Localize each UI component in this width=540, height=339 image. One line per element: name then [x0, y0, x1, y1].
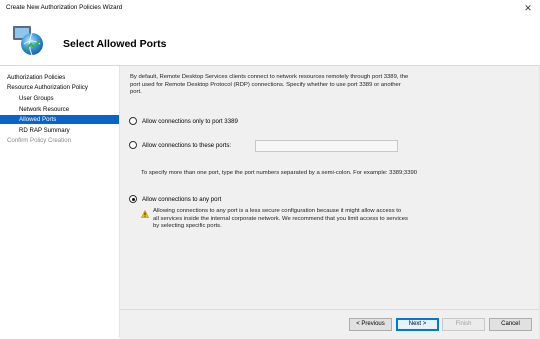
- warning-icon: [141, 210, 149, 218]
- wizard-steps-nav: Authorization Policies Resource Authoriz…: [0, 66, 120, 338]
- wizard-content: By default, Remote Desktop Services clie…: [120, 66, 540, 309]
- nav-item-allowed-ports[interactable]: Allowed Ports: [0, 115, 119, 124]
- radio-any-port[interactable]: [129, 195, 137, 203]
- ports-input[interactable]: [255, 140, 398, 152]
- wizard-footer: < Previous Next > Finish Cancel: [120, 309, 540, 339]
- network-globe-icon: [13, 26, 43, 56]
- warning-text: Allowing connections to any port is a le…: [153, 208, 408, 229]
- nav-item-network-resource[interactable]: Network Resource: [0, 105, 119, 114]
- option-port-3389-label: Allow connections only to port 3389: [142, 117, 238, 125]
- nav-item-resource-authorization-policy[interactable]: Resource Authorization Policy: [0, 83, 119, 92]
- radio-port-3389[interactable]: [129, 117, 137, 125]
- option-any-port-label: Allow connections to any port: [142, 195, 222, 203]
- option-any-port[interactable]: Allow connections to any port: [129, 194, 221, 204]
- close-button[interactable]: ✕: [522, 2, 534, 14]
- previous-button[interactable]: < Previous: [349, 318, 392, 331]
- title-bar: Create New Authorization Policies Wizard…: [0, 0, 540, 17]
- ports-hint-text: To specify more than one port, type the …: [141, 170, 418, 176]
- wizard-header: Select Allowed Ports: [0, 17, 540, 65]
- window-title: Create New Authorization Policies Wizard: [6, 4, 123, 11]
- option-these-ports[interactable]: Allow connections to these ports:: [129, 140, 231, 150]
- option-these-ports-label: Allow connections to these ports:: [142, 141, 232, 149]
- page-title: Select Allowed Ports: [63, 38, 167, 50]
- option-port-3389[interactable]: Allow connections only to port 3389: [129, 116, 238, 126]
- next-button[interactable]: Next >: [396, 318, 439, 331]
- finish-button: Finish: [442, 318, 485, 331]
- nav-item-user-groups[interactable]: User Groups: [0, 94, 119, 103]
- radio-these-ports[interactable]: [129, 141, 137, 149]
- description-text: By default, Remote Desktop Services clie…: [130, 74, 409, 95]
- nav-item-confirm-policy-creation: Confirm Policy Creation: [7, 137, 72, 144]
- nav-item-rd-rap-summary[interactable]: RD RAP Summary: [0, 126, 119, 135]
- nav-item-authorization-policies[interactable]: Authorization Policies: [0, 73, 119, 82]
- cancel-button[interactable]: Cancel: [489, 318, 532, 331]
